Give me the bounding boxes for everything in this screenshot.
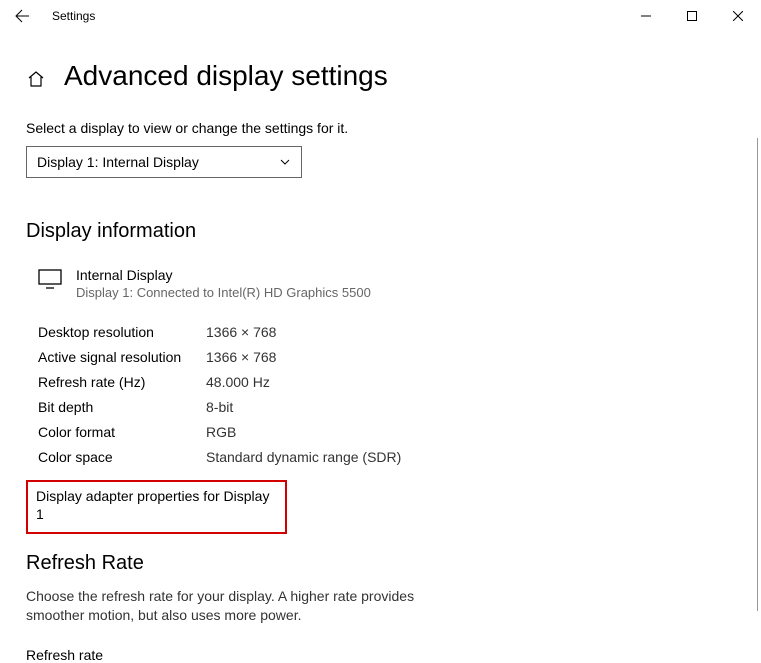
page-header: Advanced display settings xyxy=(26,60,735,92)
info-value: Standard dynamic range (SDR) xyxy=(206,445,401,470)
info-label: Color format xyxy=(38,420,206,445)
info-label: Active signal resolution xyxy=(38,345,206,370)
info-value: 1366 × 768 xyxy=(206,345,276,370)
minimize-icon xyxy=(641,11,651,21)
adapter-properties-highlight: Display adapter properties for Display 1 xyxy=(26,480,287,534)
info-row: Refresh rate (Hz)48.000 Hz xyxy=(38,370,735,395)
refresh-rate-heading: Refresh Rate xyxy=(26,552,735,575)
display-connection: Display 1: Connected to Intel(R) HD Grap… xyxy=(76,285,371,300)
display-name: Internal Display xyxy=(76,267,371,283)
page-title: Advanced display settings xyxy=(64,60,388,92)
display-information-heading: Display information xyxy=(26,220,735,243)
monitor-icon xyxy=(38,269,62,289)
info-row: Color formatRGB xyxy=(38,420,735,445)
info-value: 48.000 Hz xyxy=(206,370,270,395)
chevron-down-icon xyxy=(279,156,291,168)
maximize-button[interactable] xyxy=(669,0,715,32)
info-label: Desktop resolution xyxy=(38,320,206,345)
info-row: Bit depth8-bit xyxy=(38,395,735,420)
info-row: Color spaceStandard dynamic range (SDR) xyxy=(38,445,735,470)
refresh-rate-label: Refresh rate xyxy=(26,647,735,663)
info-row: Active signal resolution1366 × 768 xyxy=(38,345,735,370)
display-info-table: Desktop resolution1366 × 768 Active sign… xyxy=(26,320,735,470)
minimize-button[interactable] xyxy=(623,0,669,32)
close-button[interactable] xyxy=(715,0,761,32)
window-title: Settings xyxy=(44,9,95,23)
arrow-left-icon xyxy=(14,8,30,24)
back-button[interactable] xyxy=(0,0,44,32)
info-label: Color space xyxy=(38,445,206,470)
info-value: RGB xyxy=(206,420,236,445)
display-summary: Internal Display Display 1: Connected to… xyxy=(26,267,735,300)
maximize-icon xyxy=(687,11,697,21)
info-value: 8-bit xyxy=(206,395,233,420)
info-label: Bit depth xyxy=(38,395,206,420)
info-label: Refresh rate (Hz) xyxy=(38,370,206,395)
close-icon xyxy=(733,11,743,21)
home-icon[interactable] xyxy=(26,69,46,89)
scrollbar[interactable] xyxy=(757,138,758,611)
display-select-dropdown[interactable]: Display 1: Internal Display xyxy=(26,146,302,178)
info-value: 1366 × 768 xyxy=(206,320,276,345)
adapter-properties-link[interactable]: Display adapter properties for Display 1 xyxy=(36,488,269,522)
dropdown-value: Display 1: Internal Display xyxy=(37,154,199,170)
select-display-prompt: Select a display to view or change the s… xyxy=(26,120,735,136)
refresh-rate-description: Choose the refresh rate for your display… xyxy=(26,587,426,625)
info-row: Desktop resolution1366 × 768 xyxy=(38,320,735,345)
titlebar: Settings xyxy=(0,0,761,32)
